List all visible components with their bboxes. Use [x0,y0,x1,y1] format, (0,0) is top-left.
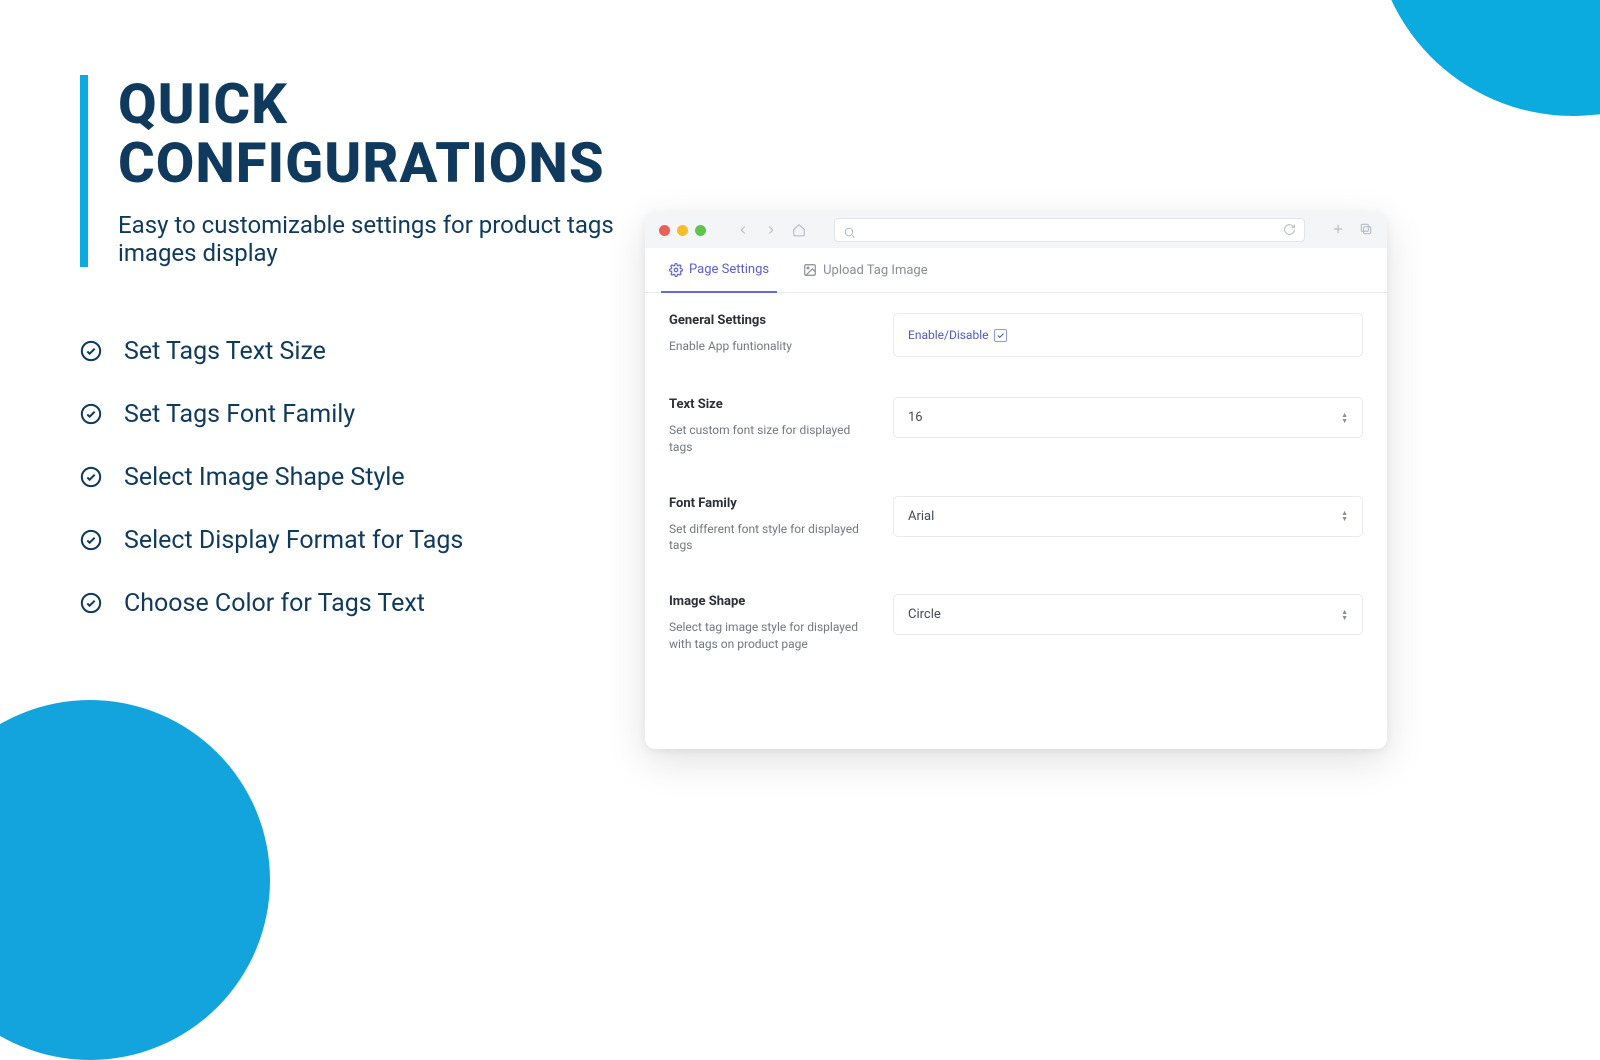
setting-title: Font Family [669,496,869,511]
image-icon [803,263,817,277]
image-shape-select[interactable]: Circle ▲ ▼ [893,594,1363,635]
feature-item: Choose Color for Tags Text [80,589,640,618]
select-arrows[interactable]: ▲ ▼ [1341,510,1348,522]
setting-label-col: General Settings Enable App funtionality [669,313,869,357]
tab-page-settings[interactable]: Page Settings [661,248,777,293]
setting-general: General Settings Enable App funtionality… [669,313,1363,357]
minimize-window-icon[interactable] [677,225,688,236]
new-tab-icon[interactable] [1331,221,1345,240]
font-family-select[interactable]: Arial ▲ ▼ [893,496,1363,537]
nav-group [734,221,808,239]
check-icon [996,331,1005,340]
page-subtitle: Easy to customizable settings for produc… [118,211,640,267]
feature-item: Select Display Format for Tags [80,526,640,555]
enable-label: Enable/Disable [908,328,988,342]
traffic-lights [659,225,706,236]
url-bar[interactable] [834,218,1305,242]
feature-text: Set Tags Font Family [124,400,355,429]
home-icon[interactable] [790,221,808,239]
setting-title: General Settings [669,313,869,328]
browser-content: Page Settings Upload Tag Image General S… [645,248,1387,653]
gear-icon [669,263,683,277]
decorative-blob-top [1370,0,1600,133]
check-circle-icon [80,403,102,425]
enable-checkbox[interactable] [994,329,1007,342]
chevron-down-icon[interactable]: ▼ [1341,615,1348,621]
check-circle-icon [80,592,102,614]
feature-text: Select Display Format for Tags [124,526,463,555]
setting-image-shape: Image Shape Select tag image style for d… [669,594,1363,653]
number-stepper[interactable]: ▲ ▼ [1341,412,1348,424]
forward-icon[interactable] [762,221,780,239]
tab-upload-tag-image[interactable]: Upload Tag Image [795,248,936,292]
browser-toolbar [645,212,1387,248]
tab-label: Page Settings [689,262,769,277]
search-icon [843,224,856,237]
setting-desc: Set different font style for displayed t… [669,521,869,555]
image-shape-value: Circle [908,607,941,622]
setting-font-family: Font Family Set different font style for… [669,496,1363,555]
setting-desc: Enable App funtionality [669,338,869,355]
text-size-value: 16 [908,410,923,425]
chevron-down-icon[interactable]: ▼ [1341,418,1348,424]
feature-item: Set Tags Text Size [80,337,640,366]
toolbar-right-icons [1331,221,1373,240]
setting-title: Image Shape [669,594,869,609]
copy-icon[interactable] [1359,221,1373,240]
check-circle-icon [80,340,102,362]
check-circle-icon [80,466,102,488]
heading-wrap: QUICK CONFIGURATIONS Easy to customizabl… [80,75,640,267]
back-icon[interactable] [734,221,752,239]
feature-text: Select Image Shape Style [124,463,405,492]
check-circle-icon [80,529,102,551]
setting-desc: Select tag image style for displayed wit… [669,619,869,653]
setting-text-size: Text Size Set custom font size for displ… [669,397,1363,456]
setting-control-col: Arial ▲ ▼ [893,496,1363,555]
tabs: Page Settings Upload Tag Image [645,248,1387,293]
setting-control-col: Enable/Disable [893,313,1363,357]
setting-label-col: Image Shape Select tag image style for d… [669,594,869,653]
feature-text: Choose Color for Tags Text [124,589,425,618]
setting-title: Text Size [669,397,869,412]
setting-label-col: Text Size Set custom font size for displ… [669,397,869,456]
feature-list: Set Tags Text Size Set Tags Font Family … [80,337,640,618]
setting-label-col: Font Family Set different font style for… [669,496,869,555]
feature-text: Set Tags Text Size [124,337,326,366]
enable-row: Enable/Disable [908,328,1348,342]
font-family-value: Arial [908,509,934,524]
setting-desc: Set custom font size for displayed tags [669,422,869,456]
hero-section: QUICK CONFIGURATIONS Easy to customizabl… [80,75,640,652]
setting-control-col: Circle ▲ ▼ [893,594,1363,653]
feature-item: Select Image Shape Style [80,463,640,492]
text-size-input[interactable]: 16 ▲ ▼ [893,397,1363,438]
chevron-down-icon[interactable]: ▼ [1341,516,1348,522]
refresh-icon[interactable] [1283,221,1296,240]
settings-body: General Settings Enable App funtionality… [645,293,1387,653]
browser-window: Page Settings Upload Tag Image General S… [645,212,1387,749]
page-title: QUICK CONFIGURATIONS [118,75,640,193]
decorative-blob-bottom [0,700,270,1060]
maximize-window-icon[interactable] [695,225,706,236]
enable-disable-control: Enable/Disable [893,313,1363,357]
setting-control-col: 16 ▲ ▼ [893,397,1363,456]
feature-item: Set Tags Font Family [80,400,640,429]
close-window-icon[interactable] [659,225,670,236]
tab-label: Upload Tag Image [823,263,928,278]
select-arrows[interactable]: ▲ ▼ [1341,609,1348,621]
